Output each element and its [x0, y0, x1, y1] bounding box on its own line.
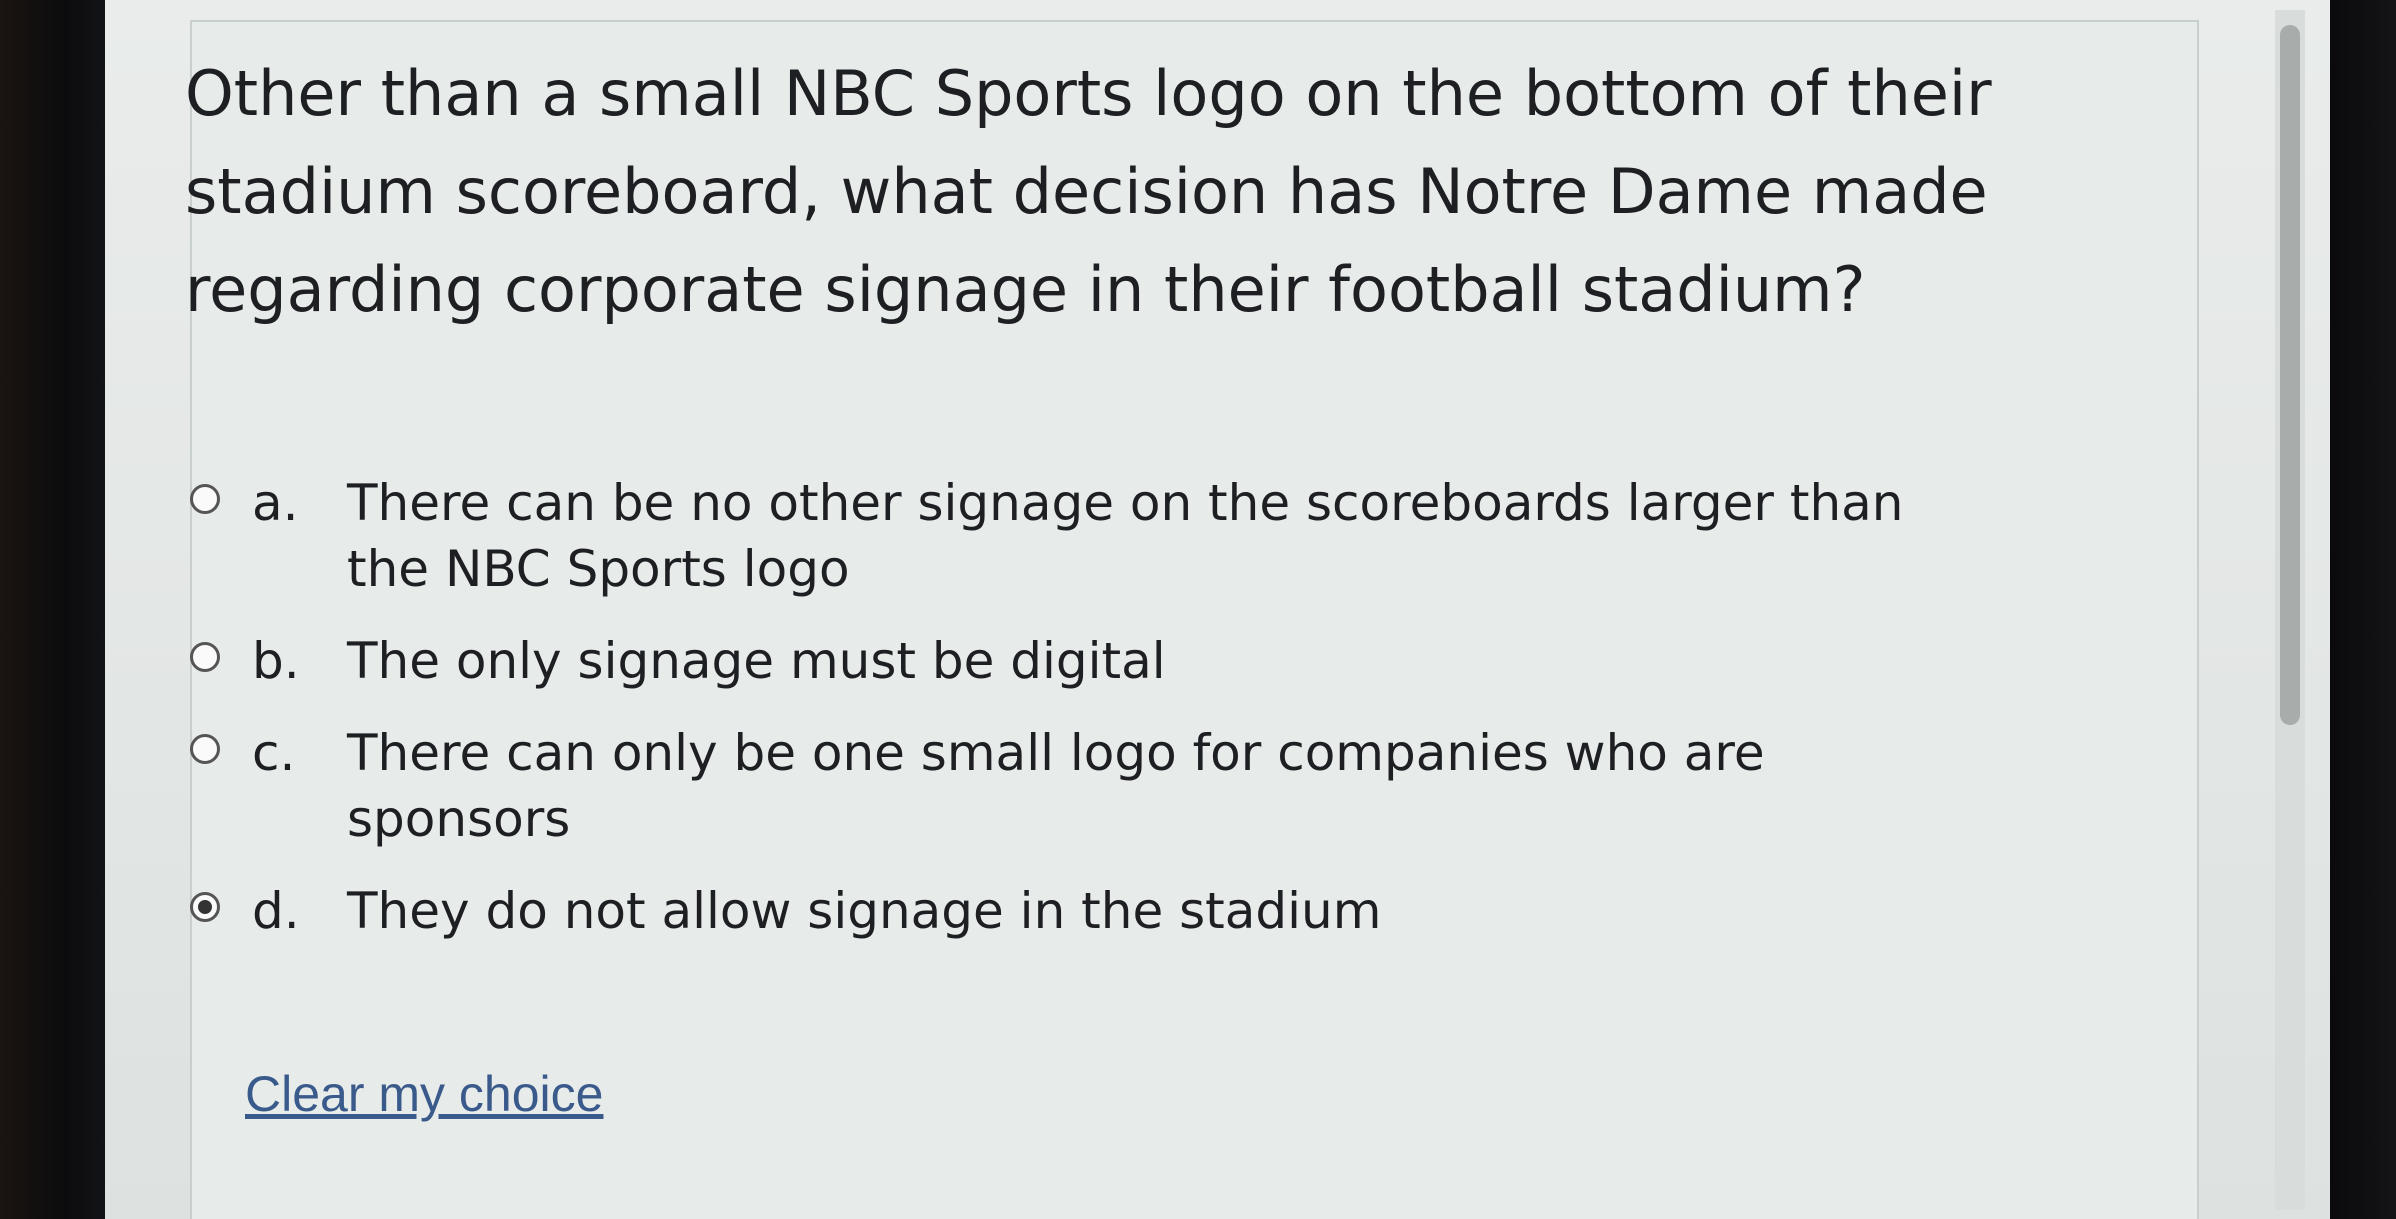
question-text: Other than a small NBC Sports logo on th… [185, 57, 1992, 326]
answer-text[interactable]: The only signage must be digital [347, 628, 1987, 694]
answer-letter: c. [252, 724, 296, 782]
radio-button-a[interactable] [190, 484, 220, 514]
answer-text[interactable]: There can only be one small logo for com… [347, 720, 1987, 852]
answer-text[interactable]: They do not allow signage in the stadium [347, 878, 1987, 944]
radio-button-b[interactable] [190, 642, 220, 672]
radio-button-c[interactable] [190, 734, 220, 764]
radio-button-d[interactable] [190, 892, 220, 922]
answer-option-a[interactable]: a. There can be no other signage on the … [190, 470, 2140, 602]
device-bezel-right [2330, 0, 2396, 1219]
scrollbar-thumb[interactable] [2280, 25, 2300, 725]
clear-choice-link[interactable]: Clear my choice [245, 1065, 603, 1123]
answer-option-b[interactable]: b. The only signage must be digital [190, 628, 2140, 694]
answer-option-d[interactable]: d. They do not allow signage in the stad… [190, 878, 2140, 944]
answer-option-c[interactable]: c. There can only be one small logo for … [190, 720, 2140, 852]
device-bezel-left [0, 0, 120, 1219]
answer-letter: b. [252, 632, 300, 690]
answer-list: a. There can be no other signage on the … [190, 470, 2140, 970]
answer-text[interactable]: There can be no other signage on the sco… [347, 470, 1987, 602]
answer-letter: d. [252, 882, 300, 940]
answer-letter: a. [252, 474, 299, 532]
